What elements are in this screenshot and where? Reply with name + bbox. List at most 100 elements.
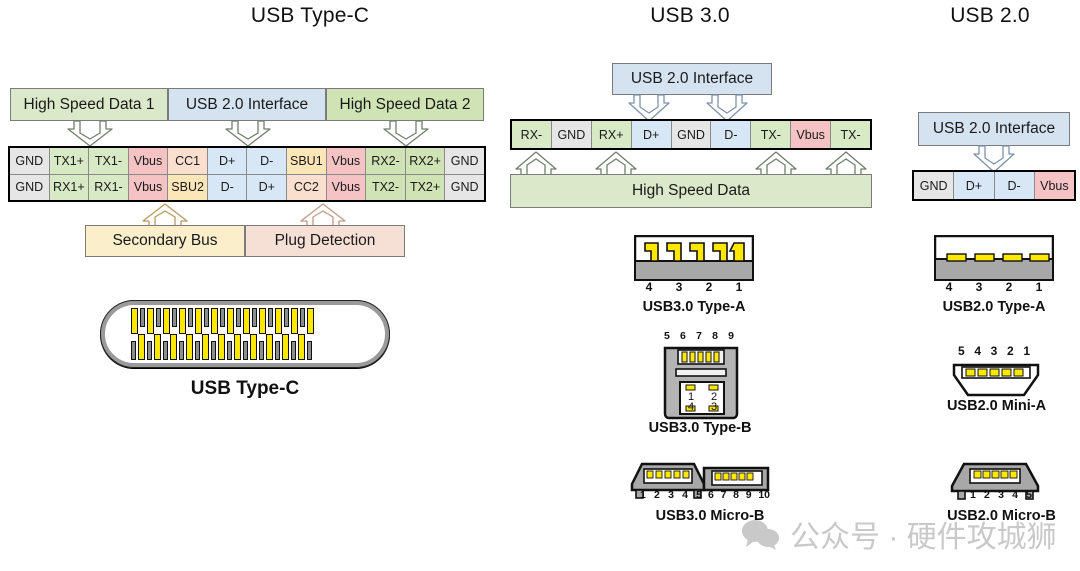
connector-pin: [202, 334, 209, 360]
pin-number: 3: [998, 489, 1004, 501]
pin-cell: Vbus: [128, 174, 169, 200]
connector-pin: [282, 334, 289, 360]
usb20-type-a-label: USB2.0 Type-A: [942, 299, 1046, 315]
connector-pin: [140, 308, 145, 327]
connector-pin: [243, 341, 248, 360]
usb30-pin-table: RX- GND RX+ D+ GND D- TX- Vbus TX-: [510, 119, 872, 150]
connector-pin: [186, 334, 193, 360]
pin-cell: GND: [445, 148, 484, 175]
pin-cell: Vbus: [326, 148, 367, 175]
connector-pin: [179, 308, 186, 334]
pin-cell: GND: [10, 148, 50, 175]
page-title-type-c: USB Type-C: [250, 4, 370, 27]
usb20-top-box-usb20-interface: USB 2.0 Interface: [918, 112, 1070, 146]
pin-number: 5: [664, 330, 670, 342]
pin-number: 1: [970, 489, 976, 501]
connector-pin: [147, 341, 152, 360]
pin-number: 1: [1035, 280, 1043, 294]
pin-number: 2: [654, 489, 660, 501]
pin-number: 10: [758, 489, 770, 501]
pin-cell: TX-: [751, 121, 792, 148]
type-c-pin-row-top: [131, 308, 316, 334]
usb20-mini-a-pin-numbers: 5 4 3 2 1: [958, 344, 1030, 358]
pin-cell: D+: [631, 121, 672, 148]
connector-pin: [131, 308, 138, 334]
pin-cell: D-: [994, 172, 1035, 199]
svg-text:4: 4: [688, 401, 694, 413]
connector-pin: [154, 334, 161, 360]
connector-pin: [284, 308, 289, 327]
pin-number: 6: [708, 489, 714, 501]
pin-number: 4: [974, 344, 982, 358]
pin-number: 4: [945, 280, 953, 294]
pin-cell: D+: [954, 172, 995, 199]
connector-pin: [298, 334, 305, 360]
pin-cell: TX1+: [49, 148, 90, 175]
usb30-bottom-box-high-speed-data: High Speed Data: [510, 174, 872, 208]
connector-pin: [163, 341, 168, 360]
pin-cell: D+: [207, 148, 248, 175]
connector-pin: [250, 334, 257, 360]
pin-cell: GND: [445, 174, 484, 200]
pin-cell: RX+: [591, 121, 632, 148]
connector-pin: [236, 308, 241, 327]
connector-pin: [195, 308, 202, 334]
pin-cell: TX-: [831, 121, 871, 148]
connector-pin: [291, 308, 298, 334]
page-title-usb30: USB 3.0: [650, 4, 730, 27]
pin-cell: CC2: [287, 174, 327, 200]
pin-number: 3: [675, 280, 683, 294]
connector-pin: [266, 334, 273, 360]
pin-number: 2: [1006, 344, 1014, 358]
pin-number: 4: [682, 489, 688, 501]
type-c-pin-table: GND TX1+ TX1- Vbus CC1 D+ D- SBU1 Vbus R…: [8, 146, 486, 202]
table-row: GND RX1+ RX1- Vbus SBU2 D- D+ CC2 Vbus T…: [10, 174, 484, 200]
pin-cell: RX2+: [405, 148, 446, 175]
connector-pin: [243, 308, 250, 334]
usb20-pin-table: GND D+ D- Vbus: [912, 170, 1076, 201]
pin-cell: TX2-: [366, 174, 406, 200]
pin-number: 3: [975, 280, 983, 294]
wechat-icon: [740, 518, 780, 550]
type-c-connector-illustration: [100, 300, 390, 368]
connector-pin: [275, 341, 280, 360]
arrow-down-high-speed-data-1: [67, 120, 113, 147]
pin-number: 7: [696, 330, 702, 342]
watermark: 公众号 · 硬件攻城狮: [740, 512, 1057, 556]
connector-pin: [204, 308, 209, 327]
pin-number: 7: [720, 489, 727, 501]
connector-pin: [275, 308, 282, 334]
connector-pin: [300, 308, 305, 327]
type-c-connector-label: USB Type-C: [190, 378, 300, 399]
usb30-micro-b-left-numbers: 1 2 3 4 5: [640, 489, 702, 501]
pin-cell: Vbus: [1034, 172, 1074, 199]
pin-cell: RX-: [512, 121, 552, 148]
connector-pin: [131, 341, 136, 360]
usb20-mini-a-label: USB2.0 Mini-A: [946, 398, 1047, 414]
connector-pin: [259, 341, 264, 360]
pin-cell: GND: [10, 174, 50, 200]
type-c-header-high-speed-data-2: High Speed Data 2: [326, 88, 484, 121]
pin-cell: GND: [551, 121, 592, 148]
usb20-mini-a-illustration: [950, 362, 1042, 403]
arrow-down-usb20-interface: [225, 120, 271, 147]
svg-text:3: 3: [711, 401, 717, 413]
pin-number: 4: [645, 280, 653, 294]
pin-number: 5: [958, 344, 965, 358]
usb30-type-b-top-numbers: 5 6 7 8 9: [664, 330, 734, 342]
type-c-pin-row-bottom: [131, 334, 314, 360]
type-c-header-usb20-interface: USB 2.0 Interface: [168, 88, 326, 121]
type-c-footer-plug-detection: Plug Detection: [245, 225, 405, 257]
connector-pin: [188, 308, 193, 327]
connector-pin: [220, 308, 225, 327]
connector-pin: [211, 341, 216, 360]
usb30-micro-b-right-numbers: 6 7 8 9 10: [708, 489, 770, 501]
usb20-type-a-illustration: [933, 234, 1055, 286]
usb30-top-box-usb20-interface: USB 2.0 Interface: [612, 63, 772, 95]
connector-pin: [147, 308, 154, 334]
arrow-down-usb30-dminus: [706, 94, 748, 122]
pin-number: 5: [696, 489, 702, 501]
connector-pin: [291, 341, 296, 360]
page-title-usb20: USB 2.0: [950, 4, 1030, 27]
pin-cell: RX1-: [89, 174, 129, 200]
